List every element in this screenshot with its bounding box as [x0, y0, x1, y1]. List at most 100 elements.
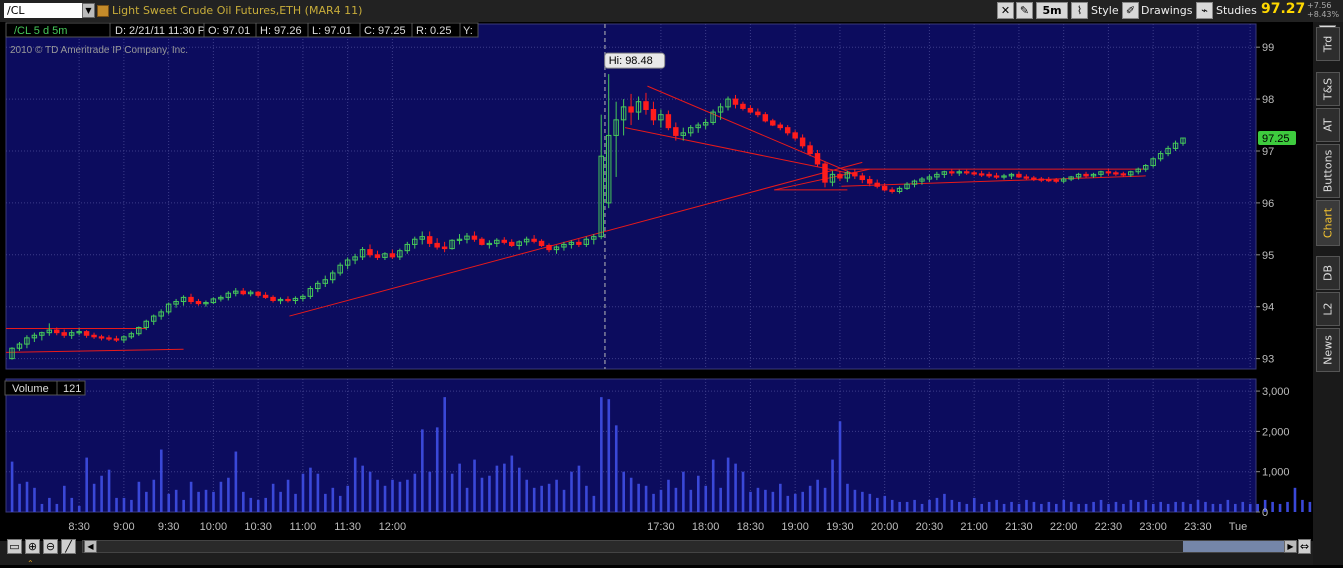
symbol-input[interactable]: /CL: [4, 3, 82, 18]
tab-buttons[interactable]: Buttons: [1316, 144, 1340, 198]
candle-body: [949, 171, 955, 174]
volume-bar: [1219, 503, 1222, 512]
candle-body: [441, 246, 448, 250]
scroll-left-icon[interactable]: ◀: [84, 540, 97, 553]
volume-bar: [682, 471, 685, 512]
style-icon[interactable]: ⌇: [1071, 2, 1088, 19]
volume-bar: [667, 479, 670, 512]
time-scrollbar[interactable]: [82, 540, 1297, 553]
volume-bar: [838, 421, 842, 512]
volume-bar: [525, 479, 529, 512]
volume-bar: [734, 463, 737, 512]
chart-canvas[interactable]: /CL 5 d 5m D: 2/21/11 11:30 PM O: 97.01 …: [0, 22, 1313, 541]
volume-bar: [25, 481, 29, 512]
volume-bar: [368, 471, 372, 512]
volume-bar: [413, 473, 417, 512]
volume-bar: [749, 491, 752, 512]
volume-bar: [249, 497, 253, 512]
zoom-area-icon[interactable]: ▭: [7, 539, 22, 554]
tab-time-and-sales[interactable]: T&S: [1316, 72, 1340, 106]
studies-icon[interactable]: ⌁: [1196, 2, 1213, 19]
candle-body: [508, 241, 515, 246]
drawings-button[interactable]: Drawings: [1141, 4, 1192, 17]
style-button[interactable]: Style: [1091, 4, 1119, 17]
volume-bar: [883, 495, 887, 512]
candle-body: [777, 124, 783, 129]
pencil-icon[interactable]: ✎: [1016, 2, 1033, 19]
volume-bar: [428, 471, 432, 512]
time-tick-label: 23:00: [1139, 521, 1167, 533]
volume-bar: [1226, 499, 1230, 512]
candle-body: [91, 334, 97, 338]
volume-bar: [1159, 501, 1163, 512]
volume-bar: [182, 499, 185, 512]
candle-body: [867, 179, 873, 184]
volume-bar: [331, 487, 335, 512]
volume-bar: [943, 493, 946, 512]
chart-area[interactable]: /CL 5 d 5m D: 2/21/11 11:30 PM O: 97.01 …: [0, 22, 1313, 541]
volume-bar: [950, 499, 954, 512]
candle-body: [255, 291, 261, 296]
volume-bar: [107, 469, 111, 512]
volume-bar: [1122, 503, 1125, 512]
drawing-line-icon[interactable]: ╱: [61, 539, 76, 554]
volume-bar: [316, 473, 320, 512]
aggregation-button[interactable]: 5m: [1036, 2, 1068, 19]
drawings-icon[interactable]: ✐: [1122, 2, 1139, 19]
percent-change: +8.43%: [1307, 10, 1340, 19]
volume-bar: [473, 459, 476, 512]
volume-bar: [696, 475, 700, 512]
volume-bar: [637, 483, 640, 512]
volume-bar: [1181, 501, 1185, 512]
symbol-dropdown-button[interactable]: ▼: [82, 3, 95, 18]
zoom-out-icon[interactable]: ⊖: [43, 539, 58, 554]
volume-bar: [1040, 503, 1043, 512]
volume-bar: [629, 477, 633, 512]
scrollbar-thumb[interactable]: [1183, 541, 1295, 552]
volume-bar: [159, 449, 163, 512]
volume-tick-label: 3,000: [1262, 386, 1290, 398]
tab-news[interactable]: News: [1316, 328, 1340, 372]
volume-bar: [928, 499, 931, 512]
net-change: +7.56: [1307, 1, 1332, 10]
volume-bar: [346, 485, 350, 512]
volume-bar: [562, 489, 566, 512]
time-tick-label: 10:30: [244, 521, 272, 533]
collapse-icon[interactable]: ⌃: [27, 559, 34, 568]
candle-body: [576, 241, 582, 245]
volume-bar: [167, 493, 171, 512]
tab-db[interactable]: DB: [1316, 256, 1340, 290]
tab-chart[interactable]: Chart: [1316, 200, 1340, 246]
chart-bottom-bar: ▭ ⊕ ⊖ ╱ ◀ ▶ ⇔: [0, 539, 1313, 565]
volume-bar: [898, 501, 901, 512]
tab-trd[interactable]: Trd: [1316, 27, 1340, 61]
link-icon[interactable]: [97, 5, 109, 17]
volume-bar: [63, 485, 66, 512]
candle-body: [762, 114, 769, 122]
volume-bar: [398, 481, 402, 512]
tab-at[interactable]: AT: [1316, 108, 1340, 142]
candle-body: [479, 238, 485, 245]
studies-button[interactable]: Studies: [1216, 4, 1257, 17]
expand-icon[interactable]: ⇔: [1298, 539, 1311, 554]
volume-bar: [987, 501, 991, 512]
crosshair-icon[interactable]: ✕: [997, 2, 1014, 19]
volume-bar: [338, 495, 342, 512]
volume-bar: [517, 467, 521, 512]
candle-body: [792, 132, 798, 139]
zoom-in-icon[interactable]: ⊕: [25, 539, 40, 554]
volume-bar: [786, 495, 790, 512]
volume-bar: [585, 485, 588, 512]
scroll-right-icon[interactable]: ▶: [1284, 540, 1297, 553]
tab-l2[interactable]: L2: [1316, 292, 1340, 326]
volume-bar: [577, 465, 581, 512]
volume-bar: [861, 491, 864, 512]
volume-bar: [726, 457, 730, 512]
time-axis: 8:30 9:00 9:30 10:00 10:30 11:00 11:30 12:00 17:…: [68, 521, 1247, 533]
header-close: C: 97.25: [364, 25, 406, 37]
volume-bar: [756, 487, 760, 512]
volume-bar: [271, 483, 275, 512]
volume-bar: [868, 493, 872, 512]
candle-body: [531, 238, 537, 242]
candle-body: [54, 329, 60, 334]
